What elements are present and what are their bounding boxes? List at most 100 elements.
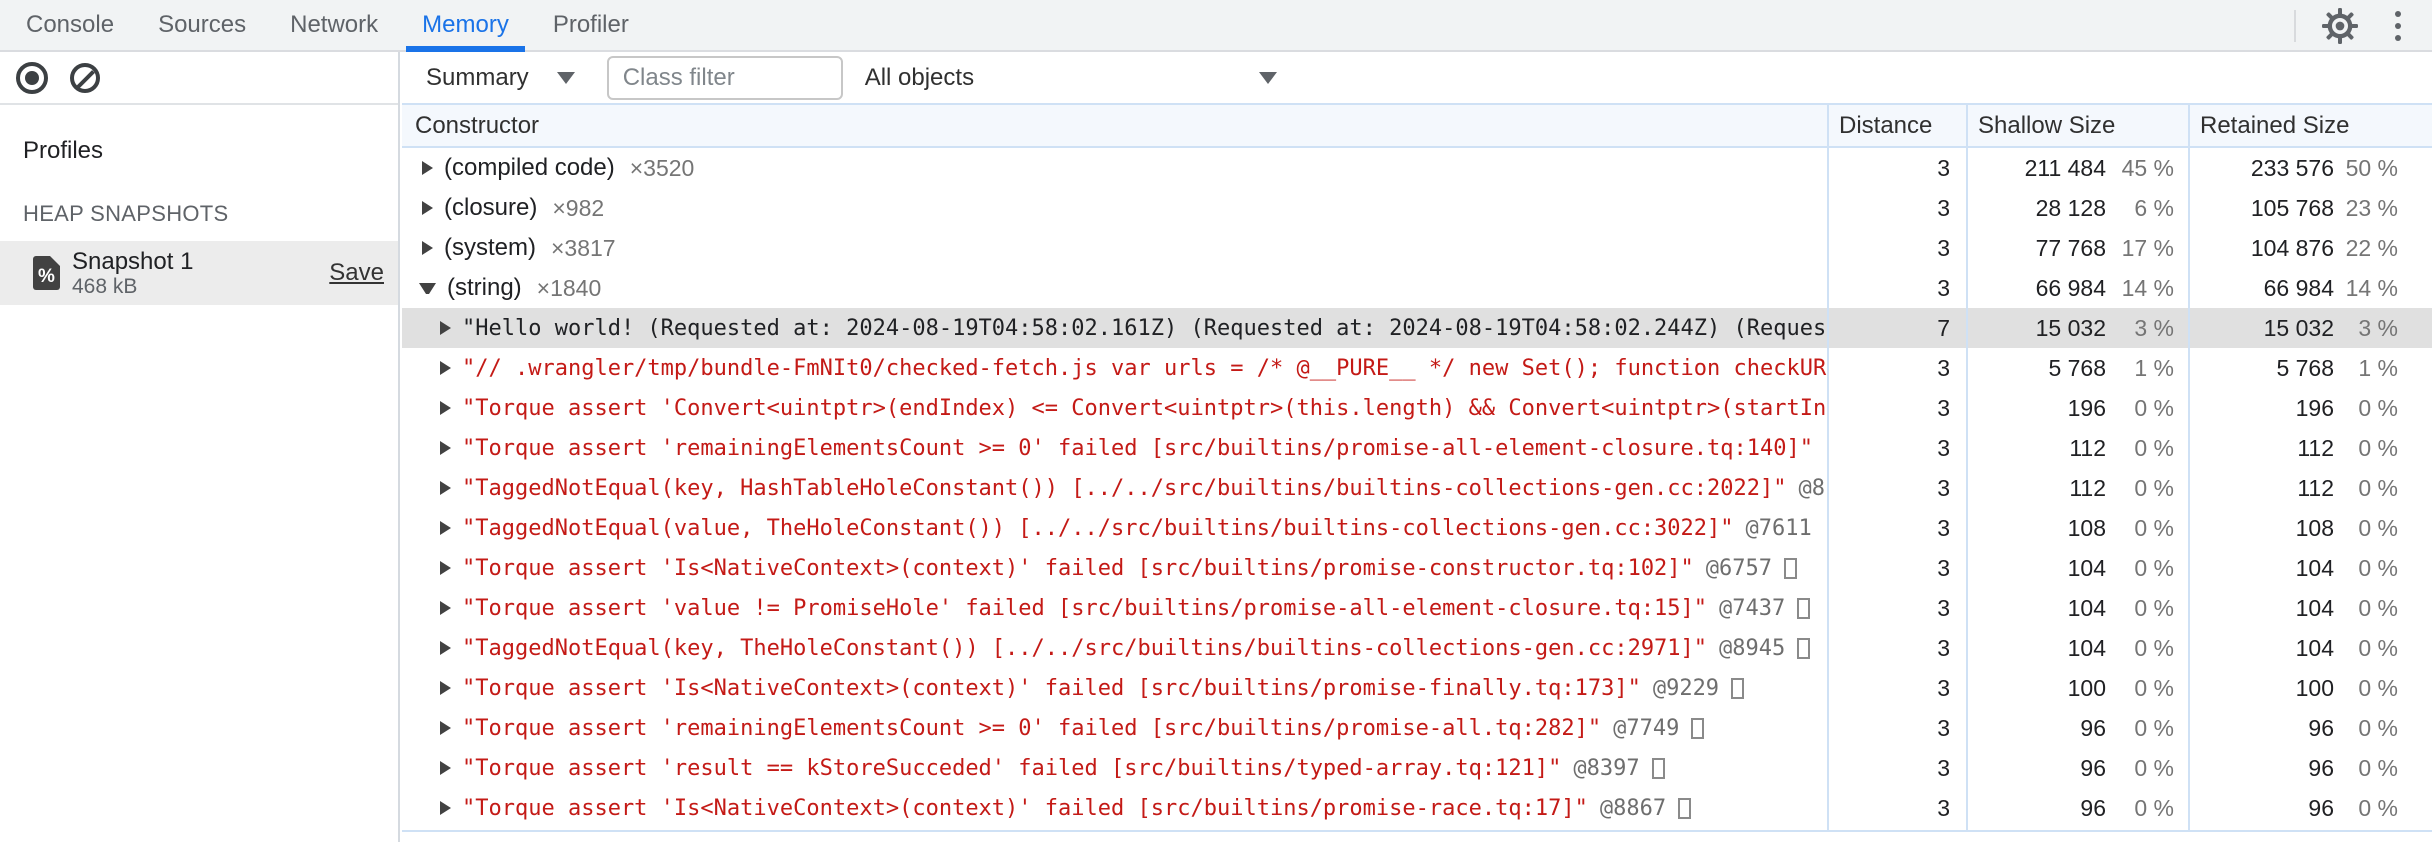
retained-size-cell: 104 0 % — [2188, 548, 2432, 588]
retained-size-percent: 0 % — [2358, 794, 2398, 821]
constructor-name: "Torque assert 'remainingElementsCount >… — [462, 715, 1602, 741]
retained-size-percent: 1 % — [2358, 354, 2398, 381]
table-row[interactable]: "Torque assert 'Convert<uintptr>(endInde… — [402, 388, 2432, 428]
shallow-size-percent: 0 % — [2134, 754, 2174, 781]
tab-network[interactable]: Network — [268, 0, 400, 50]
column-divider[interactable] — [1966, 105, 1968, 830]
retained-size-cell: 96 0 % — [2188, 788, 2432, 828]
disclosure-triangle-icon[interactable] — [440, 801, 451, 815]
class-filter-input[interactable] — [606, 55, 843, 100]
disclosure-triangle-icon[interactable] — [440, 681, 451, 695]
tab-sources[interactable]: Sources — [136, 0, 268, 50]
disclosure-triangle-icon[interactable] — [440, 481, 451, 495]
more-options-kebab-icon[interactable] — [2378, 4, 2418, 48]
table-row[interactable]: "Torque assert 'result == kStoreSucceded… — [402, 748, 2432, 788]
shallow-size-cell: 112 0 % — [1966, 428, 2188, 468]
shallow-size-cell: 196 0 % — [1966, 388, 2188, 428]
panel-tabs: Console Sources Network Memory Profiler — [0, 0, 651, 52]
table-row[interactable]: "Hello world! (Requested at: 2024-08-19T… — [402, 308, 2432, 348]
object-id: @7437 — [1719, 595, 1786, 621]
column-header-distance[interactable]: Distance — [1827, 105, 1966, 146]
disclosure-triangle-icon[interactable] — [440, 761, 451, 775]
constructor-name: "Torque assert 'Is<NativeContext>(contex… — [462, 675, 1641, 701]
disclosure-triangle-icon[interactable] — [440, 521, 451, 535]
disclosure-triangle-icon[interactable] — [440, 401, 451, 415]
heap-snapshot-icon: % — [33, 256, 60, 290]
object-scope-select[interactable]: All objects — [865, 64, 1277, 92]
table-row[interactable]: (closure) ×982 3 28 128 6 % 105 768 23 % — [402, 188, 2432, 228]
table-row[interactable]: (compiled code) ×3520 3 211 484 45 % 233… — [402, 148, 2432, 188]
disclosure-triangle-icon[interactable] — [422, 241, 433, 255]
tab-profiler[interactable]: Profiler — [531, 0, 651, 50]
disclosure-triangle-icon[interactable] — [422, 201, 433, 215]
clear-profiles-icon[interactable] — [70, 62, 100, 93]
retained-size-value: 104 — [2295, 554, 2334, 581]
save-snapshot-link[interactable]: Save — [329, 259, 384, 287]
column-header-shallow-size[interactable]: Shallow Size — [1966, 105, 2188, 146]
disclosure-triangle-icon[interactable] — [419, 282, 436, 294]
table-row[interactable]: "Torque assert 'remainingElementsCount >… — [402, 428, 2432, 468]
tab-memory[interactable]: Memory — [400, 0, 531, 52]
table-row[interactable]: (string) ×1840 3 66 984 14 % 66 984 14 % — [402, 268, 2432, 308]
disclosure-triangle-icon[interactable] — [440, 641, 451, 655]
column-header-constructor[interactable]: Constructor — [402, 105, 1827, 146]
constructor-cell: "// .wrangler/tmp/bundle-FmNIt0/checked-… — [402, 348, 1827, 388]
table-row[interactable]: "// .wrangler/tmp/bundle-FmNIt0/checked-… — [402, 348, 2432, 388]
table-row[interactable]: "TaggedNotEqual(key, TheHoleConstant()) … — [402, 628, 2432, 668]
disclosure-triangle-icon[interactable] — [440, 361, 451, 375]
instance-count: ×1840 — [536, 274, 602, 301]
table-row[interactable]: "Torque assert 'value != PromiseHole' fa… — [402, 588, 2432, 628]
settings-gear-icon[interactable] — [2318, 4, 2362, 48]
retained-size-cell: 108 0 % — [2188, 508, 2432, 548]
constructor-cell: "Torque assert 'Is<NativeContext>(contex… — [402, 668, 1827, 708]
shallow-size-value: 5 768 — [2048, 354, 2106, 381]
disclosure-triangle-icon[interactable] — [440, 561, 451, 575]
unknown-glyph-box-icon — [1797, 597, 1811, 619]
column-divider[interactable] — [1827, 105, 1829, 830]
constructor-name: (system) — [444, 234, 536, 261]
disclosure-triangle-icon[interactable] — [440, 601, 451, 615]
shallow-size-value: 104 — [2067, 594, 2106, 621]
retained-size-cell: 196 0 % — [2188, 388, 2432, 428]
retained-size-cell: 233 576 50 % — [2188, 148, 2432, 188]
retained-size-value: 100 — [2295, 674, 2334, 701]
snapshot-list-item[interactable]: % Snapshot 1 468 kB Save — [0, 241, 398, 305]
table-row[interactable]: "Torque assert 'Is<NativeContext>(contex… — [402, 668, 2432, 708]
table-row[interactable]: "TaggedNotEqual(value, TheHoleConstant()… — [402, 508, 2432, 548]
table-row[interactable]: "Torque assert 'Is<NativeContext>(contex… — [402, 548, 2432, 588]
shallow-size-percent: 0 % — [2134, 634, 2174, 661]
view-mode-select[interactable]: Summary — [426, 64, 575, 92]
shallow-size-value: 108 — [2067, 514, 2106, 541]
object-id: @7749 — [1613, 715, 1680, 741]
shallow-size-percent: 6 % — [2134, 194, 2174, 221]
object-id: @8 — [1798, 475, 1826, 501]
distance-cell: 3 — [1937, 514, 1950, 541]
object-scope-value: All objects — [864, 63, 975, 91]
shallow-size-percent: 0 % — [2134, 474, 2174, 501]
column-divider[interactable] — [2188, 105, 2190, 830]
shallow-size-percent: 0 % — [2134, 514, 2174, 541]
retained-size-percent: 0 % — [2358, 394, 2398, 421]
table-row[interactable]: (system) ×3817 3 77 768 17 % 104 876 22 … — [402, 228, 2432, 268]
retained-size-percent: 0 % — [2358, 714, 2398, 741]
disclosure-triangle-icon[interactable] — [422, 161, 433, 175]
disclosure-triangle-icon[interactable] — [440, 721, 451, 735]
unknown-glyph-box-icon — [1651, 757, 1665, 779]
disclosure-triangle-icon[interactable] — [440, 321, 451, 335]
shallow-size-cell: 28 128 6 % — [1966, 188, 2188, 228]
record-heap-snapshot-icon[interactable] — [16, 61, 48, 94]
object-id: @8397 — [1573, 755, 1640, 781]
disclosure-triangle-icon[interactable] — [440, 441, 451, 455]
table-row[interactable]: "TaggedNotEqual(key, HashTableHoleConsta… — [402, 468, 2432, 508]
retained-size-value: 112 — [2297, 434, 2334, 461]
table-row[interactable]: "Torque assert 'remainingElementsCount >… — [402, 708, 2432, 748]
retained-size-cell: 104 0 % — [2188, 628, 2432, 668]
retained-size-cell: 112 0 % — [2188, 428, 2432, 468]
shallow-size-percent: 45 % — [2121, 154, 2174, 181]
table-row[interactable]: "Torque assert 'Is<NativeContext>(contex… — [402, 788, 2432, 828]
retained-size-value: 104 876 — [2250, 234, 2334, 261]
tab-console[interactable]: Console — [4, 0, 136, 50]
column-header-retained-size[interactable]: Retained Size — [2188, 105, 2432, 146]
constructor-name: "Hello world! (Requested at: 2024-08-19T… — [462, 315, 1827, 341]
retained-size-value: 104 — [2295, 634, 2334, 661]
